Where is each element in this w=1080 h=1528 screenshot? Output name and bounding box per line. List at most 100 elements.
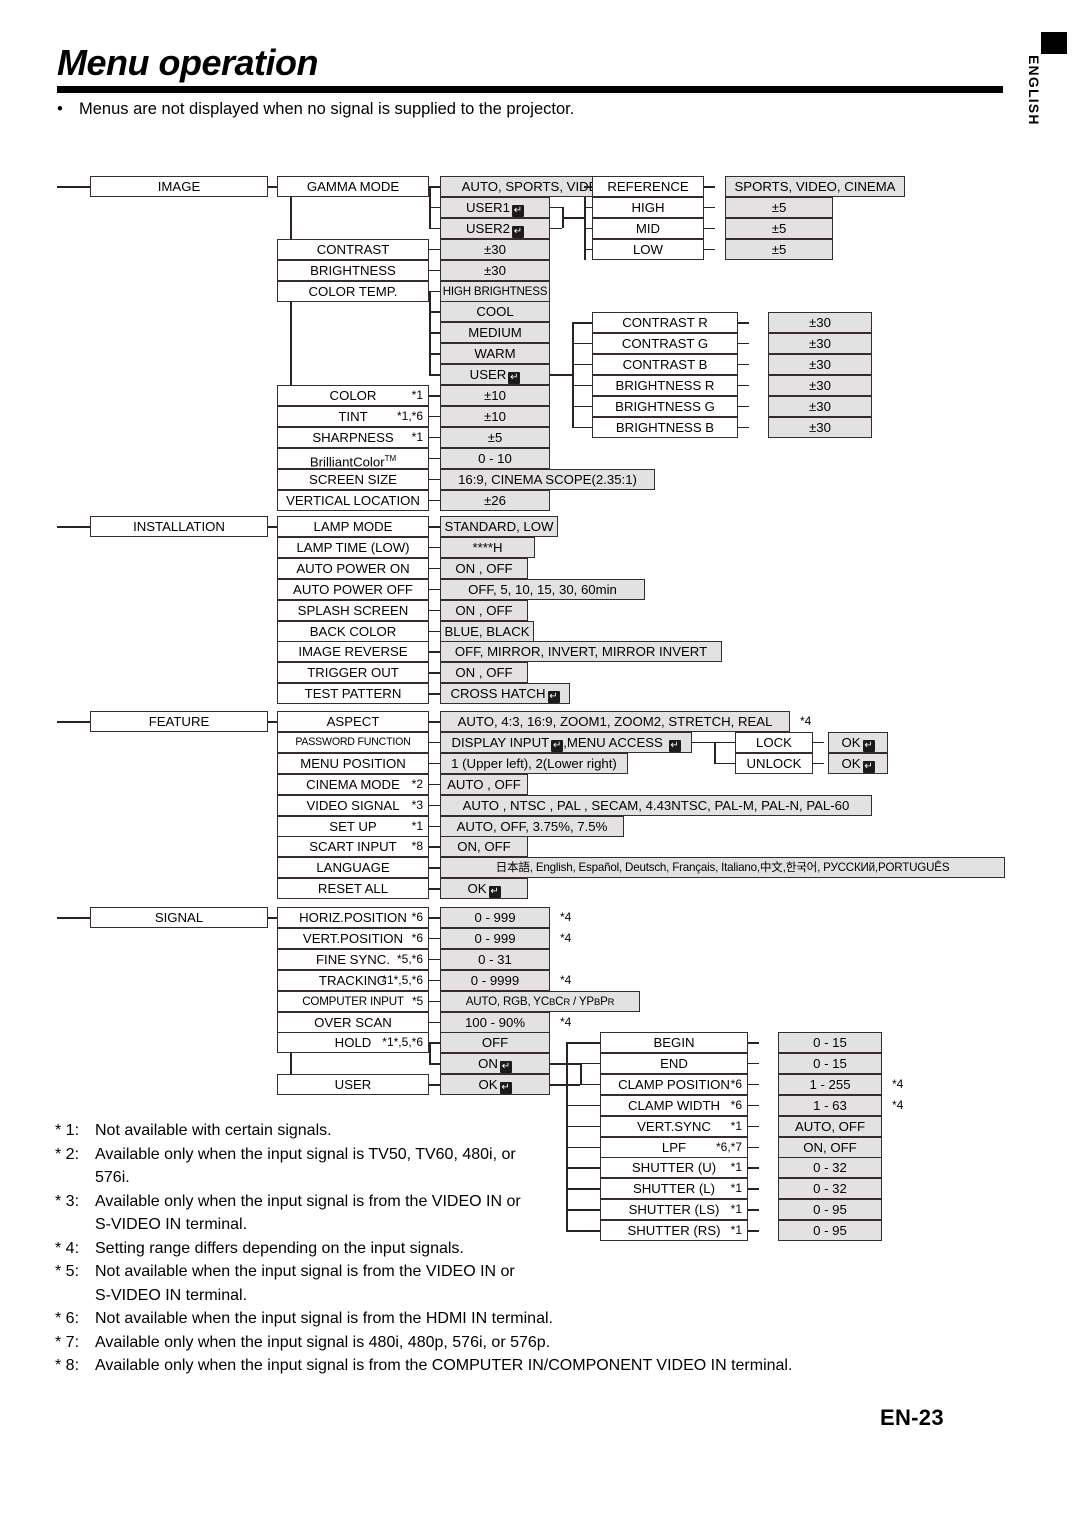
- signal-user-end: END: [600, 1052, 748, 1074]
- colortemp-sub-value-4: ±30: [768, 395, 872, 417]
- signal-user-note-2: *4: [892, 1076, 904, 1091]
- signal-user-clamp-width: CLAMP WIDTH *6: [600, 1094, 748, 1116]
- feature-value-8: OK: [440, 878, 528, 900]
- menu-box-label: CLAMP POSITION: [618, 1076, 730, 1092]
- signal-user-value-1: 0 - 15: [778, 1052, 882, 1074]
- signal-value-7: ON: [440, 1053, 550, 1075]
- signal-value-5: 100 - 90%: [440, 1011, 550, 1033]
- footnote-text: Not available with certain signals.: [95, 1122, 332, 1139]
- menu-box-label: HOLD: [334, 1035, 372, 1051]
- feature-value-3: AUTO , OFF: [440, 773, 528, 795]
- menu-item-gamma-mode: GAMMA MODE: [277, 176, 429, 197]
- menu-root-signal: SIGNAL: [90, 907, 268, 928]
- signal-item-fine-sync-: FINE SYNC. *5,*6: [277, 948, 429, 970]
- menu-item-vertical-location: VERTICAL LOCATION: [277, 489, 429, 511]
- install-value-5: BLUE, BLACK: [440, 620, 534, 642]
- menu-value-13: 0 - 10: [440, 447, 550, 469]
- signal-value-8: OK: [440, 1074, 550, 1096]
- footnote-mark: * 2:: [55, 1145, 80, 1163]
- menu-box-label: SCART INPUT: [309, 839, 397, 855]
- footnote-mark: * 4:: [55, 1239, 80, 1257]
- menu-item-tint: TINT *1,*6: [277, 405, 429, 427]
- install-value-7: ON , OFF: [440, 662, 528, 684]
- feature-item-reset-all: RESET ALL: [277, 878, 429, 900]
- menu-value-9: USER: [440, 364, 550, 386]
- footnote-marker: *2: [411, 776, 423, 791]
- feature-value-1: DISPLAY INPUT,MENU ACCESS: [440, 731, 692, 753]
- footnote-marker: *8: [411, 839, 423, 854]
- footnote-text: Not available when the input signal is f…: [95, 1310, 553, 1327]
- footnote-marker: *1: [411, 818, 423, 833]
- menu-box-label: FINE SYNC.: [315, 951, 390, 967]
- footnote-text: Available only when the input signal is …: [95, 1192, 521, 1210]
- menu-box-label: VERT.POSITION: [302, 930, 404, 946]
- colortemp-sub-value-5: ±30: [768, 416, 872, 438]
- signal-note-0: *4: [560, 910, 572, 924]
- menu-value-12: ±5: [440, 426, 550, 448]
- menu-root-image: IMAGE: [90, 176, 268, 197]
- feature-item-aspect: ASPECT: [277, 711, 429, 732]
- enter-key-icon: [668, 739, 681, 752]
- footnote-marker: *6: [411, 930, 423, 945]
- menu-box-label: COMPUTER INPUT: [302, 994, 404, 1008]
- footnote-marker: *1*,5,*6: [382, 1035, 423, 1050]
- feature-item-language: LANGUAGE: [277, 857, 429, 879]
- gamma-sub-mid: MID: [592, 217, 704, 239]
- gamma-sub-high: HIGH: [592, 196, 704, 218]
- menu-box-label: VIDEO SIGNAL: [306, 797, 400, 813]
- menu-box-label: CLAMP WIDTH: [627, 1097, 721, 1113]
- footnote-mark: * 8:: [55, 1357, 80, 1374]
- gamma-sub-value-0: SPORTS, VIDEO, CINEMA: [725, 176, 905, 197]
- menu-item-color-temp-: COLOR TEMP.: [277, 280, 429, 302]
- menu-item-contrast: CONTRAST: [277, 238, 429, 260]
- feature-item-scart-input: SCART INPUT *8: [277, 836, 429, 858]
- menu-box-label: HORIZ.POSITION: [299, 910, 407, 925]
- menu-box-label: TINT: [338, 408, 368, 424]
- menu-value-15: ±26: [440, 489, 550, 511]
- footnote-marker: *1*,5,*6: [382, 972, 423, 987]
- install-item-back-color: BACK COLOR: [277, 620, 429, 642]
- enter-key-icon: [551, 739, 564, 752]
- feature-item-video-signal: VIDEO SIGNAL *3: [277, 794, 429, 816]
- footnote-7: * 7: Available only when the input signal…: [55, 1331, 885, 1355]
- enter-key-icon: [499, 1061, 512, 1074]
- signal-value-4: AUTO, RGB, YCBCR / YPBPR: [440, 990, 640, 1012]
- colortemp-sub-contrast-g: CONTRAST G: [592, 332, 738, 354]
- signal-user-value-0: 0 - 15: [778, 1032, 882, 1053]
- footnote-text-continued: 576i.: [95, 1169, 130, 1186]
- footnote-mark: * 3:: [55, 1192, 80, 1210]
- footnote-text: Available only when the input signal is …: [95, 1145, 516, 1163]
- footnotes-list: * 1: Not available with certain signals. *…: [55, 1119, 885, 1378]
- page-number: EN-23: [880, 1405, 944, 1430]
- menu-root-feature: FEATURE: [90, 711, 268, 732]
- menu-item-color: COLOR *1: [277, 385, 429, 406]
- menu-value-6: COOL: [440, 301, 550, 323]
- menu-value-5: HIGH BRIGHTNESS: [440, 280, 550, 302]
- menu-value-10: ±10: [440, 385, 550, 406]
- footnote-mark: * 6:: [55, 1310, 80, 1327]
- feature-note-0: *4: [800, 714, 812, 728]
- feature-value-4: AUTO , NTSC , PAL , SECAM, 4.43NTSC, PAL…: [440, 794, 872, 816]
- signal-user-clamp-position: CLAMP POSITION *6: [600, 1073, 748, 1095]
- colortemp-sub-brightness-g: BRIGHTNESS G: [592, 395, 738, 417]
- install-value-3: OFF, 5, 10, 15, 30, 60min: [440, 578, 645, 600]
- enter-key-icon: [862, 760, 875, 773]
- signal-item-user: USER: [277, 1074, 429, 1096]
- colortemp-sub-brightness-r: BRIGHTNESS R: [592, 374, 738, 396]
- menu-value-11: ±10: [440, 405, 550, 427]
- signal-note-5: *4: [560, 1014, 572, 1029]
- signal-user-value-2: 1 - 255: [778, 1073, 882, 1095]
- signal-user-value-3: 1 - 63: [778, 1094, 882, 1116]
- signal-item-computer-input: COMPUTER INPUT *5: [277, 990, 429, 1012]
- footnote-text-continued: S-VIDEO IN terminal.: [95, 1286, 248, 1304]
- colortemp-sub-value-2: ±30: [768, 353, 872, 375]
- footnote-mark: * 7:: [55, 1333, 80, 1351]
- footnote-marker: *5,*6: [396, 951, 423, 966]
- install-value-4: ON , OFF: [440, 599, 528, 621]
- menu-item-brilliantcolor: BrilliantColorTM: [277, 447, 429, 469]
- gamma-sub-value-1: ±5: [725, 196, 833, 218]
- footnote-marker: *1,*6: [396, 408, 423, 423]
- menu-box-label: SHARPNESS: [312, 429, 394, 445]
- footnote-marker: *6: [730, 1076, 742, 1091]
- footnote-text: Available only when the input signal is …: [95, 1333, 551, 1351]
